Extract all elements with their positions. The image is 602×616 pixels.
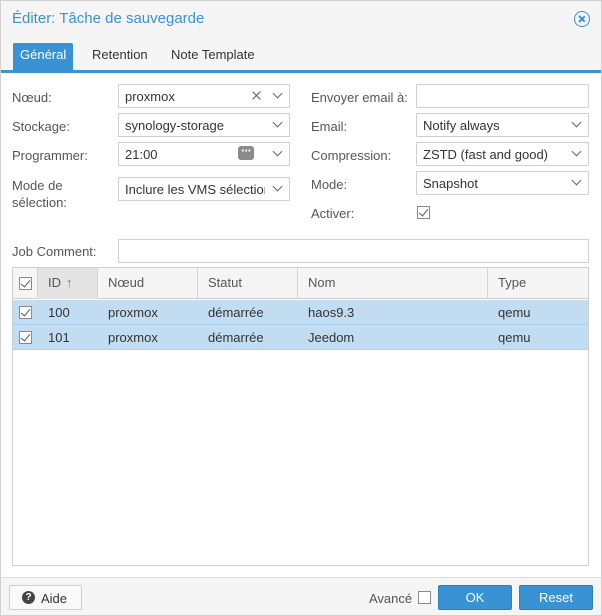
row-checkbox[interactable] (19, 331, 32, 344)
email-value: Notify always (423, 118, 500, 133)
job-comment-input[interactable] (118, 239, 589, 263)
row-name: Jeedom (308, 330, 355, 345)
mode-label: Mode: (311, 177, 348, 192)
row-node: proxmox (108, 330, 158, 345)
selection-mode-combobox[interactable]: Inclure les VMS sélectionnées (118, 177, 290, 201)
help-button-label: Aide (41, 591, 68, 606)
ok-button[interactable]: OK (438, 585, 512, 610)
row-id: 101 (48, 330, 70, 345)
header-select-all (13, 268, 38, 299)
table-row[interactable]: 101 proxmox démarrée Jeedom qemu (13, 325, 588, 350)
row-node: proxmox (108, 305, 158, 320)
email-combobox[interactable]: Notify always (416, 113, 589, 137)
sort-arrow-up-icon: ↑ (66, 275, 73, 290)
chevron-down-icon[interactable] (269, 178, 289, 200)
chevron-down-icon[interactable] (269, 143, 289, 165)
table-row[interactable]: 100 proxmox démarrée haos9.3 qemu (13, 300, 588, 325)
node-label: Nœud: (12, 90, 52, 105)
advanced-checkbox[interactable] (418, 591, 431, 604)
row-name: haos9.3 (308, 305, 355, 320)
storage-value: synology-storage (125, 118, 224, 133)
row-id: 100 (48, 305, 70, 320)
dialog-footer: ? Aide Avancé OK Reset (1, 577, 601, 615)
chevron-down-icon[interactable] (568, 172, 588, 194)
email-to-label: Envoyer email à: (311, 90, 408, 105)
compression-value: ZSTD (fast and good) (423, 147, 548, 162)
compression-label: Compression: (311, 148, 392, 163)
compression-combobox[interactable]: ZSTD (fast and good) (416, 142, 589, 166)
schedule-combobox[interactable]: 21:00 ··· (118, 142, 290, 166)
job-comment-label: Job Comment: (12, 244, 97, 259)
storage-combobox[interactable]: synology-storage (118, 113, 290, 137)
edit-backup-job-dialog: Éditer: Tâche de sauvegarde Général Rete… (0, 0, 602, 616)
node-value: proxmox (125, 89, 175, 104)
tab-bar: Général Retention Note Template (1, 37, 601, 73)
reset-button[interactable]: Reset (519, 585, 593, 610)
column-header-node[interactable]: Nœud (98, 268, 198, 299)
row-type: qemu (498, 330, 531, 345)
chevron-down-icon[interactable] (568, 143, 588, 165)
column-header-name[interactable]: Nom (298, 268, 488, 299)
column-header-id-label: ID (48, 275, 61, 290)
schedule-label: Programmer: (12, 148, 88, 163)
grid-header: ID ↑ Nœud Statut Nom Type (13, 268, 588, 299)
chevron-down-icon[interactable] (269, 85, 289, 107)
mode-combobox[interactable]: Snapshot (416, 171, 589, 195)
tab-note-template[interactable]: Note Template (164, 43, 262, 70)
help-circle-icon: ? (22, 591, 35, 604)
row-status: démarrée (208, 330, 264, 345)
selection-mode-value: Inclure les VMS sélectionnées (125, 182, 265, 197)
dialog-titlebar: Éditer: Tâche de sauvegarde (1, 1, 601, 37)
tab-general[interactable]: Général (13, 43, 74, 70)
enable-checkbox[interactable] (417, 206, 430, 219)
enable-label: Activer: (311, 206, 355, 221)
email-to-input[interactable] (416, 84, 589, 108)
row-status: démarrée (208, 305, 264, 320)
row-type: qemu (498, 305, 531, 320)
close-icon[interactable] (574, 11, 590, 27)
more-dots-icon[interactable]: ··· (237, 143, 257, 165)
advanced-label: Avancé (369, 591, 413, 606)
column-header-id[interactable]: ID ↑ (38, 268, 98, 299)
dialog-title: Éditer: Tâche de sauvegarde (12, 10, 205, 27)
clear-x-icon[interactable] (247, 85, 267, 107)
email-label: Email: (311, 119, 348, 134)
select-all-checkbox[interactable] (19, 277, 32, 290)
help-button[interactable]: ? Aide (9, 585, 82, 610)
selection-mode-label: Mode de sélection: (12, 178, 67, 210)
node-combobox[interactable]: proxmox (118, 84, 290, 108)
row-checkbox[interactable] (19, 306, 32, 319)
mode-value: Snapshot (423, 176, 478, 191)
schedule-value: 21:00 (125, 147, 158, 162)
vm-selection-grid: ID ↑ Nœud Statut Nom Type 100 proxmox dém… (12, 267, 589, 566)
chevron-down-icon[interactable] (269, 114, 289, 136)
column-header-status[interactable]: Statut (198, 268, 298, 299)
column-header-type[interactable]: Type (488, 268, 588, 299)
tab-retention[interactable]: Retention (85, 43, 155, 70)
storage-label: Stockage: (12, 119, 70, 134)
chevron-down-icon[interactable] (568, 114, 588, 136)
